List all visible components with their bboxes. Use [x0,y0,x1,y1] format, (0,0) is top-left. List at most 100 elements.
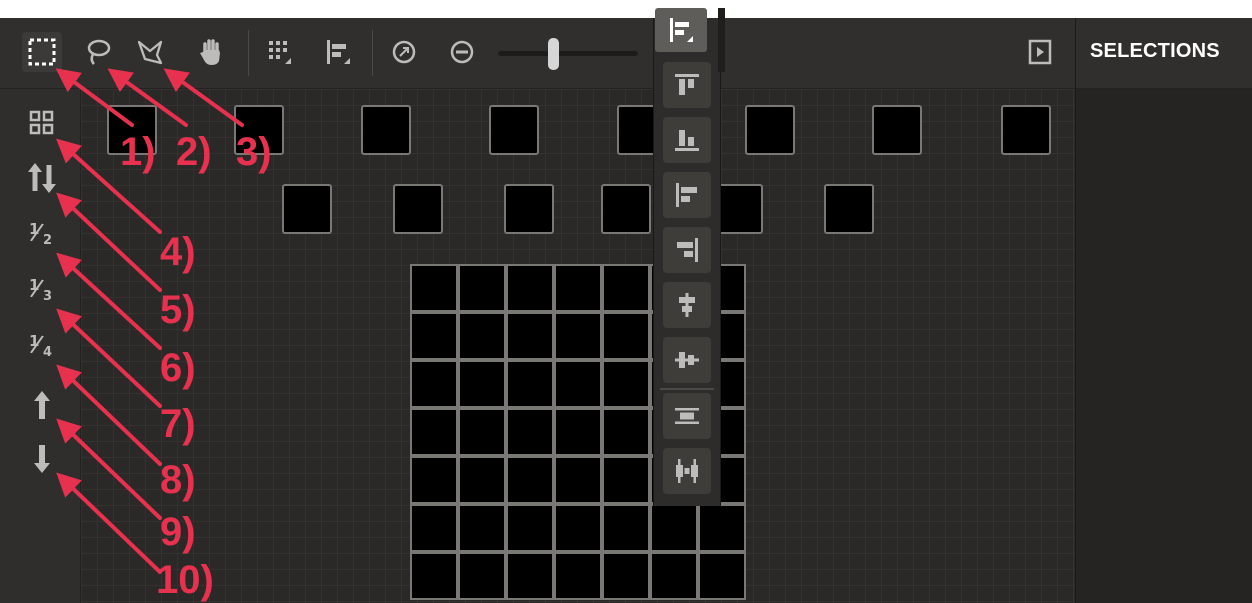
grid-cell[interactable] [698,504,746,552]
align-bottom-option[interactable] [663,117,711,163]
grid-cell[interactable] [602,312,650,360]
grid-cell[interactable] [602,504,650,552]
magic-select-tool-button[interactable] [130,32,170,72]
grid-cell[interactable] [458,312,506,360]
fraction-denominator: 3 [43,289,53,304]
zoom-out-button[interactable] [442,32,482,72]
canvas-cell[interactable] [601,184,651,234]
align-menu-button[interactable] [318,32,358,72]
split-quarter-button[interactable]: 1 / 4 [22,327,62,367]
menu-divider [660,388,714,390]
align-center-vertical-option[interactable] [663,282,711,328]
grid-cell[interactable] [554,456,602,504]
toggle-panel-button[interactable] [1020,32,1060,72]
play-panel-icon [1028,39,1052,65]
grid-cell[interactable] [458,456,506,504]
move-down-button[interactable] [22,439,62,479]
grid-cell[interactable] [506,312,554,360]
grid-cell[interactable] [410,312,458,360]
grid-cell[interactable] [458,504,506,552]
canvas-cell[interactable] [282,184,332,234]
distribute-horizontal-option[interactable] [663,448,711,494]
canvas-cell[interactable] [489,105,539,155]
grid-cell[interactable] [698,552,746,600]
annotation-label: 6) [160,346,196,390]
grid-cell[interactable] [554,264,602,312]
grid-cell[interactable] [506,360,554,408]
align-dropdown-menu [653,18,721,506]
grid-cell[interactable] [410,408,458,456]
align-center-horizontal-option[interactable] [663,337,711,383]
grid-cell[interactable] [602,408,650,456]
top-toolbar [0,18,1075,89]
distribute-vertical-option[interactable] [663,393,711,439]
one-quarter-label: 1 / 4 [27,329,57,362]
annotation-label: 3) [236,130,272,174]
canvas-cell[interactable] [504,184,554,234]
grid-cell[interactable] [458,360,506,408]
canvas-cell[interactable] [1001,105,1051,155]
grid-cell[interactable] [458,408,506,456]
grid-cell[interactable] [554,504,602,552]
annotation-label: 4) [160,230,196,274]
rect-select-tool-button[interactable] [22,32,62,72]
grid-cell[interactable] [410,552,458,600]
split-third-button[interactable]: 1 / 3 [22,271,62,311]
grid-cell[interactable] [554,408,602,456]
grid-cell[interactable] [650,552,698,600]
grid-cell[interactable] [554,552,602,600]
align-top-option[interactable] [663,62,711,108]
annotation-label: 5) [160,288,196,332]
align-left-option[interactable] [663,172,711,218]
grid-dots-icon [269,41,291,64]
grid-cell[interactable] [410,504,458,552]
grid-cell[interactable] [410,360,458,408]
grid-cell[interactable] [554,360,602,408]
canvas-cell[interactable] [393,184,443,234]
align-right-icon [677,238,698,262]
grid-cell[interactable] [506,408,554,456]
move-up-icon [34,391,50,419]
grid-cell[interactable] [506,552,554,600]
grid-menu-button[interactable] [260,32,300,72]
align-dropdown-trigger[interactable] [655,8,707,52]
hand-pan-tool-button[interactable] [192,32,232,72]
grid-cell[interactable] [506,456,554,504]
zoom-fit-button[interactable] [384,32,424,72]
artboard-canvas[interactable] [81,89,1075,603]
split-half-button[interactable]: 1 / 2 [22,215,62,255]
canvas-cell[interactable] [361,105,411,155]
lasso-select-tool-button[interactable] [78,32,118,72]
align-center-vertical-icon [679,293,695,317]
grid-cell[interactable] [602,264,650,312]
grid-cell[interactable] [650,504,698,552]
grid-cell[interactable] [554,312,602,360]
zoom-slider-thumb[interactable] [548,38,559,70]
grid-cell[interactable] [506,504,554,552]
canvas-cell[interactable] [872,105,922,155]
grid-cell[interactable] [458,264,506,312]
hand-pan-icon [200,39,220,65]
toolbar-divider [372,30,373,76]
grid-cell[interactable] [506,264,554,312]
grid-cell[interactable] [458,552,506,600]
grid-cell[interactable] [602,552,650,600]
annotation-label: 2) [176,130,212,174]
grid-cell[interactable] [410,264,458,312]
swap-order-button[interactable] [22,158,62,198]
grid-arrange-button[interactable] [22,103,62,143]
one-third-label: 1 / 3 [27,273,57,306]
grid-cell[interactable] [602,456,650,504]
grid-cell[interactable] [602,360,650,408]
canvas-cell[interactable] [745,105,795,155]
magic-select-icon [137,40,163,65]
align-right-option[interactable] [663,227,711,273]
fraction-denominator: 4 [43,345,53,360]
panel-title: SELECTIONS [1090,40,1220,62]
canvas-cell[interactable] [824,184,874,234]
move-up-button[interactable] [22,385,62,425]
distribute-vertical-icon [675,408,699,424]
grid-cell[interactable] [410,456,458,504]
zoom-slider-track[interactable] [498,51,638,56]
align-bottom-icon [675,130,699,151]
